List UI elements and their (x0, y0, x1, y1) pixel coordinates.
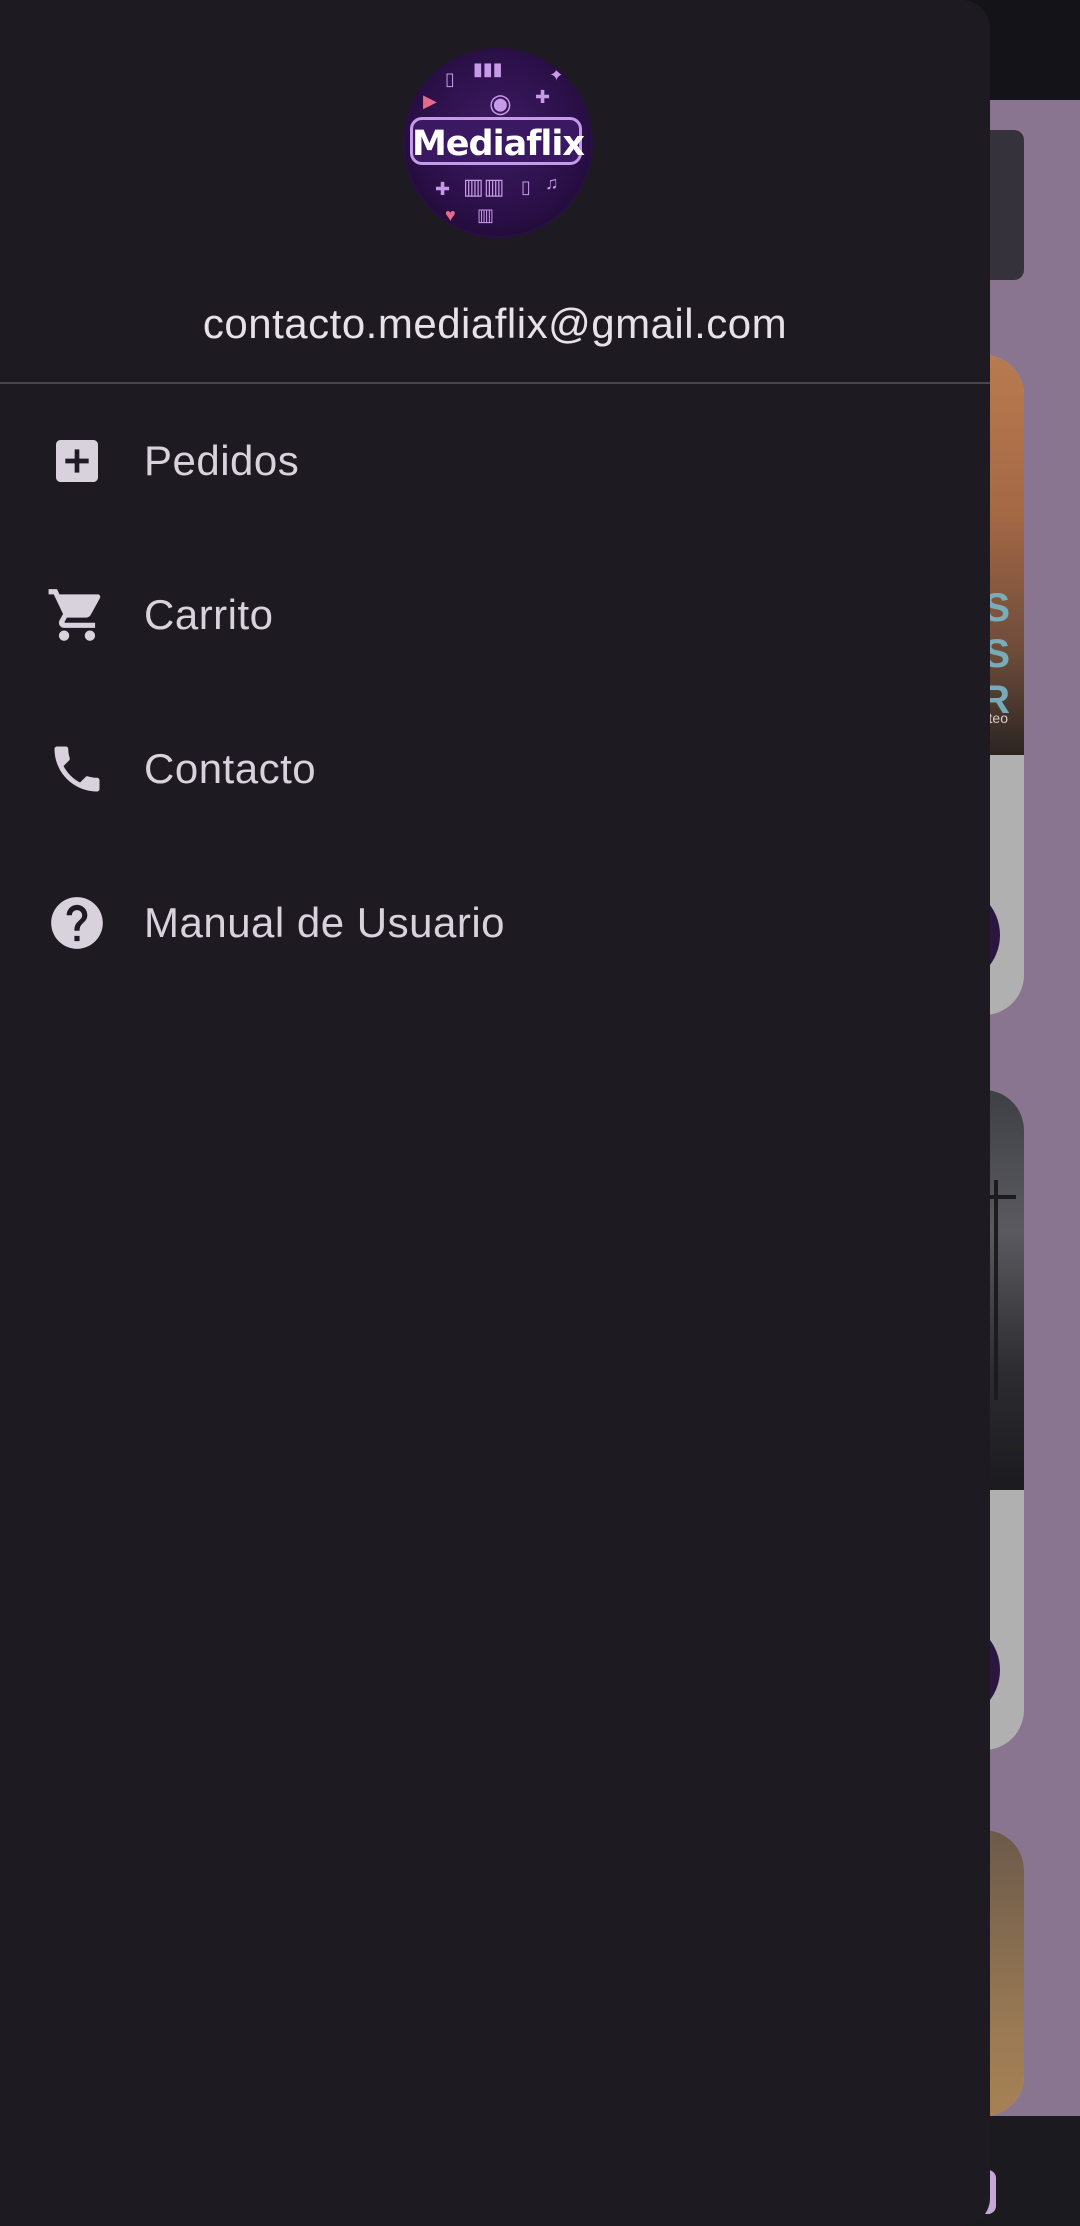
menu-item-label: Contacto (144, 745, 317, 792)
menu-item-contacto[interactable]: Contacto (0, 692, 990, 846)
menu-item-label: Carrito (144, 591, 274, 638)
remote-icon: ▯ (445, 69, 455, 89)
drawer-header: ▮▮▮ ▯ ◉ ✚ ▶ ✦ ✚ ▥▥ ▯ ♫ ▥ ♥ Mediaflix con… (0, 0, 990, 384)
menu-item-carrito[interactable]: Carrito (0, 538, 990, 692)
drawer-menu: Pedidos Carrito Contacto Manual de Usuar… (0, 384, 990, 1000)
mic-icon: ▯ (521, 177, 531, 197)
menu-item-label: Pedidos (144, 437, 300, 484)
help-icon (42, 888, 112, 958)
book-icon: ▥▥ (463, 174, 505, 199)
sparkle-icon: ✦ (549, 65, 565, 85)
contact-email: contacto.mediaflix@gmail.com (202, 300, 788, 347)
phone-icon (42, 734, 112, 804)
logo-text: Mediaflix (411, 124, 585, 164)
controller-icon: ✚ (435, 179, 451, 199)
heart-icon: ♥ (445, 205, 456, 225)
camera-icon: ◉ (489, 88, 512, 118)
open-book-icon: ▥ (477, 205, 495, 225)
play-icon: ▶ (423, 91, 437, 111)
screen: S S R teo ▮▮▮ ▯ ◉ ✚ ▶ ✦ ✚ ▥▥ ▯ ♫ ▥ ♥ Med… (0, 0, 1080, 2226)
poster-detail (994, 1180, 998, 1400)
add-box-icon (42, 426, 112, 496)
menu-item-pedidos[interactable]: Pedidos (0, 384, 990, 538)
music-icon: ♫ (545, 173, 559, 193)
navigation-drawer: ▮▮▮ ▯ ◉ ✚ ▶ ✦ ✚ ▥▥ ▯ ♫ ▥ ♥ Mediaflix con… (0, 0, 990, 2226)
books-icon: ▮▮▮ (473, 59, 503, 79)
mediaflix-logo: ▮▮▮ ▯ ◉ ✚ ▶ ✦ ✚ ▥▥ ▯ ♫ ▥ ♥ Mediaflix (405, 50, 591, 236)
menu-item-manual-de-usuario[interactable]: Manual de Usuario (0, 846, 990, 1000)
poster-caption: teo (988, 710, 1008, 726)
gamepad-icon: ✚ (535, 87, 551, 107)
menu-item-label: Manual de Usuario (144, 899, 506, 946)
shopping-cart-icon (42, 580, 112, 650)
